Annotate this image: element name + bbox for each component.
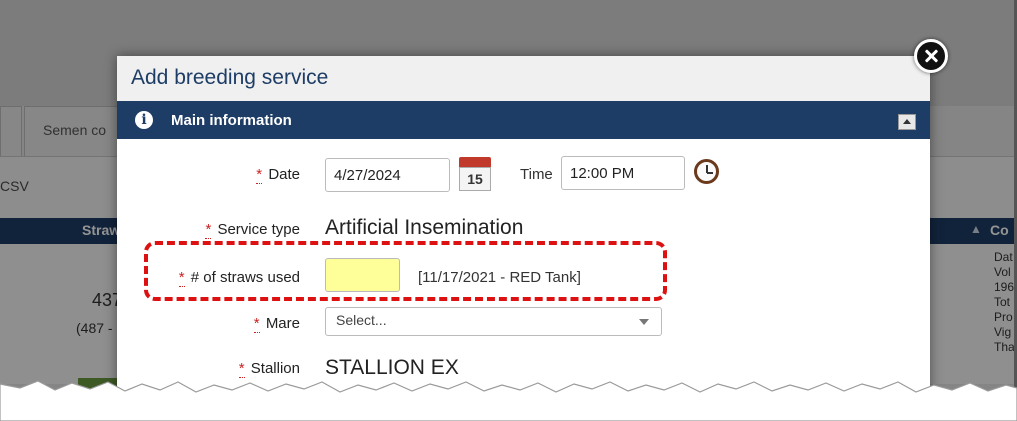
section-header-main-information[interactable]: i Main information	[117, 101, 930, 139]
date-input[interactable]	[325, 158, 450, 192]
time-label: Time	[520, 166, 553, 183]
info-icon: i	[135, 111, 153, 129]
add-breeding-service-dialog: Add breeding service i Main information …	[117, 56, 930, 416]
required-marker: *	[256, 166, 263, 184]
service-type-value: Artificial Insemination	[325, 216, 524, 239]
torn-edge-decoration	[0, 380, 1017, 421]
mare-label: * Mare	[253, 315, 300, 333]
date-label: * Date	[256, 166, 300, 184]
calendar-day: 15	[459, 167, 491, 191]
chevron-down-icon	[639, 319, 649, 325]
mare-select[interactable]: Select...	[325, 307, 662, 336]
collapse-up-icon[interactable]	[898, 114, 916, 130]
clock-icon[interactable]	[694, 159, 719, 184]
screenshot-stage: Semen co CSV Straw ▲ Co 437 (487 - Dat V…	[0, 0, 1017, 421]
dialog-title: Add breeding service	[131, 66, 329, 89]
service-type-label: * Service type	[205, 221, 300, 239]
required-marker: *	[253, 315, 260, 333]
dialog-titlebar: Add breeding service	[117, 56, 930, 101]
section-title: Main information	[171, 112, 292, 129]
calendar-icon[interactable]: 15	[459, 157, 491, 191]
required-marker: *	[205, 221, 212, 239]
highlight-annotation	[144, 241, 667, 301]
time-input[interactable]	[561, 156, 685, 190]
mare-select-placeholder: Select...	[336, 312, 387, 328]
close-icon[interactable]	[914, 39, 948, 73]
